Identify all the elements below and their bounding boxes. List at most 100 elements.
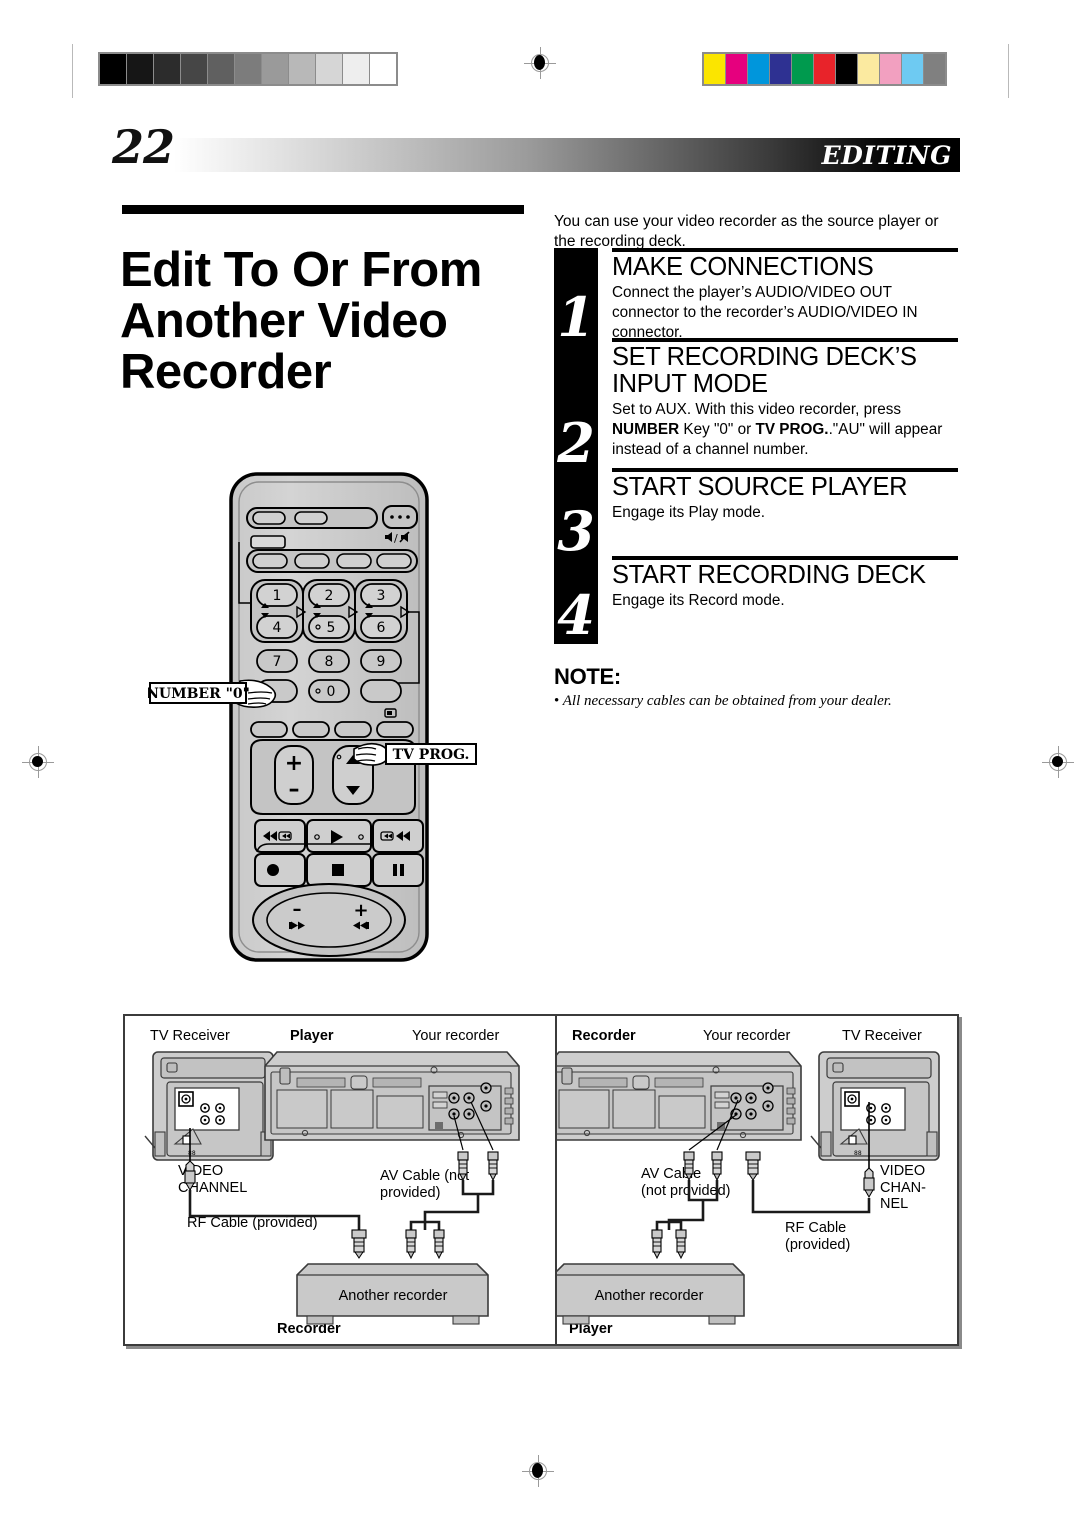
- step-text: Engage its Record mode.: [612, 592, 785, 610]
- page-header: 22 EDITING: [112, 124, 960, 172]
- remote-keypad-789: 7 8 9: [256, 649, 402, 673]
- color-swatch: [836, 54, 857, 84]
- section-label: EDITING: [821, 141, 952, 170]
- step-3: 3 START SOURCE PLAYER Engage its Play mo…: [554, 468, 958, 560]
- color-swatch: [880, 54, 901, 84]
- step-number: 4: [557, 583, 595, 647]
- step-number-badge: 3: [554, 468, 598, 560]
- color-swatch: [770, 54, 791, 84]
- svg-text:5: 5: [327, 620, 336, 636]
- crop-tick-top-left: [72, 44, 73, 98]
- step-text: Engage its Play mode.: [612, 504, 766, 522]
- note-bullet: •: [554, 693, 560, 709]
- your-recorder-rear-illustration-right: [557, 1051, 802, 1141]
- color-swatch: [748, 54, 769, 84]
- remote-transport-buttons: [254, 819, 424, 887]
- rewind-button: [254, 819, 306, 853]
- svg-text:3: 3: [377, 588, 386, 604]
- svg-text:–: –: [293, 899, 302, 920]
- step-number-badge: 4: [554, 556, 598, 644]
- step-number-badge: 2: [554, 338, 598, 472]
- svg-text:88: 88: [854, 1150, 862, 1157]
- your-recorder-rear-illustration: [264, 1051, 520, 1141]
- step-heading: START SOURCE PLAYER: [612, 473, 908, 501]
- svg-text:2: 2: [325, 588, 334, 604]
- registration-mark-right: [1042, 746, 1074, 778]
- color-calibration-strip: [702, 52, 947, 86]
- callout-tv-prog-label: TV PROG.: [393, 747, 470, 763]
- remote-second-button-row: [246, 549, 418, 573]
- grayscale-swatch: [289, 54, 315, 84]
- step-number: 3: [557, 499, 595, 563]
- color-swatch: [902, 54, 923, 84]
- grayscale-swatch: [262, 54, 288, 84]
- grayscale-calibration-strip: [98, 52, 398, 86]
- another-recorder-right-illustration: Another recorder: [557, 1263, 745, 1325]
- note-item: • All necessary cables can be obtained f…: [554, 693, 954, 710]
- color-swatch: [858, 54, 879, 84]
- step-4: 4 START RECORDING DECK Engage its Record…: [554, 556, 958, 644]
- remote-shuttle-ring: – +: [252, 883, 406, 957]
- grayscale-swatch: [370, 54, 396, 84]
- color-swatch: [814, 54, 835, 84]
- step-number: 2: [557, 411, 595, 475]
- grayscale-swatch: [208, 54, 234, 84]
- color-swatch: [792, 54, 813, 84]
- rf-connector-recorder-right: [745, 1151, 761, 1181]
- svg-text:Another recorder: Another recorder: [595, 1288, 704, 1304]
- step-text-emphasis-tvprog: TV PROG.: [755, 420, 829, 438]
- svg-text:8: 8: [325, 654, 334, 670]
- diagram-left-panel: TV Receiver Player Your recorder VIDEO C…: [125, 1016, 555, 1344]
- color-swatch: [704, 54, 725, 84]
- grayscale-swatch: [127, 54, 153, 84]
- svg-text:–: –: [289, 777, 300, 802]
- pause-button: [372, 853, 424, 887]
- step-text-part: Set to AUX. With this video recorder, pr…: [612, 401, 902, 419]
- registration-mark-top: [524, 47, 556, 79]
- page-number: 22: [112, 120, 175, 174]
- intro-paragraph: You can use your video recorder as the s…: [554, 212, 939, 251]
- page-title: Edit To Or From Another Video Recorder: [120, 242, 482, 399]
- note-block: NOTE: • All necessary cables can be obta…: [554, 664, 954, 710]
- grayscale-swatch: [181, 54, 207, 84]
- diagram-right-panel: Recorder Your recorder TV Receiver AV Ca…: [557, 1016, 955, 1344]
- step-heading: SET RECORDING DECK’S INPUT MODE: [612, 343, 917, 399]
- grayscale-swatch: [154, 54, 180, 84]
- grayscale-swatch: [316, 54, 342, 84]
- step-2: 2 SET RECORDING DECK’S INPUT MODE Set to…: [554, 338, 958, 472]
- note-item-text: All necessary cables can be obtained fro…: [562, 693, 892, 709]
- pointing-hand-icon: [353, 742, 390, 766]
- connection-diagram-box: TV Receiver Player Your recorder VIDEO C…: [123, 1014, 959, 1346]
- svg-text:4: 4: [273, 620, 282, 636]
- note-heading: NOTE:: [554, 664, 621, 689]
- remote-control-illustration: / 1 2 3 4 5 6 7 8 9 0 + – – +: [225, 468, 495, 968]
- record-button: [254, 853, 306, 887]
- grayscale-swatch: [235, 54, 261, 84]
- svg-text:7: 7: [273, 654, 282, 670]
- step-heading: MAKE CONNECTIONS: [612, 253, 874, 281]
- svg-text:+: +: [353, 900, 368, 921]
- rf-connector-bottom-left: [351, 1229, 367, 1259]
- tv-receiver-rear-illustration-right: 88: [810, 1051, 940, 1161]
- step-1: 1 MAKE CONNECTIONS Connect the player’s …: [554, 248, 958, 346]
- another-recorder-left-illustration: Another recorder: [296, 1263, 489, 1325]
- grayscale-swatch: [343, 54, 369, 84]
- grayscale-swatch: [100, 54, 126, 84]
- step-text: Set to AUX. With this video recorder, pr…: [612, 400, 958, 460]
- svg-text:9: 9: [377, 654, 386, 670]
- tv-receiver-rear-illustration: 88: [144, 1051, 274, 1161]
- step-text-part: Key "0" or: [679, 420, 756, 438]
- callout-number-zero-label: NUMBER "0": [148, 686, 250, 702]
- remote-top-button-row: [246, 505, 418, 529]
- registration-mark-bottom: [522, 1455, 554, 1487]
- step-heading: START RECORDING DECK: [612, 561, 926, 589]
- registration-mark-left: [22, 746, 54, 778]
- svg-text:/: /: [394, 532, 398, 545]
- step-number: 1: [557, 285, 595, 349]
- svg-text:Another recorder: Another recorder: [339, 1288, 448, 1304]
- step-text-emphasis-number: NUMBER: [612, 420, 680, 438]
- callout-tv-prog: TV PROG.: [350, 735, 480, 777]
- title-rule: [122, 205, 524, 214]
- crop-tick-top-right: [1008, 44, 1009, 98]
- step-text: Connect the player’s AUDIO/VIDEO OUT con…: [612, 284, 918, 341]
